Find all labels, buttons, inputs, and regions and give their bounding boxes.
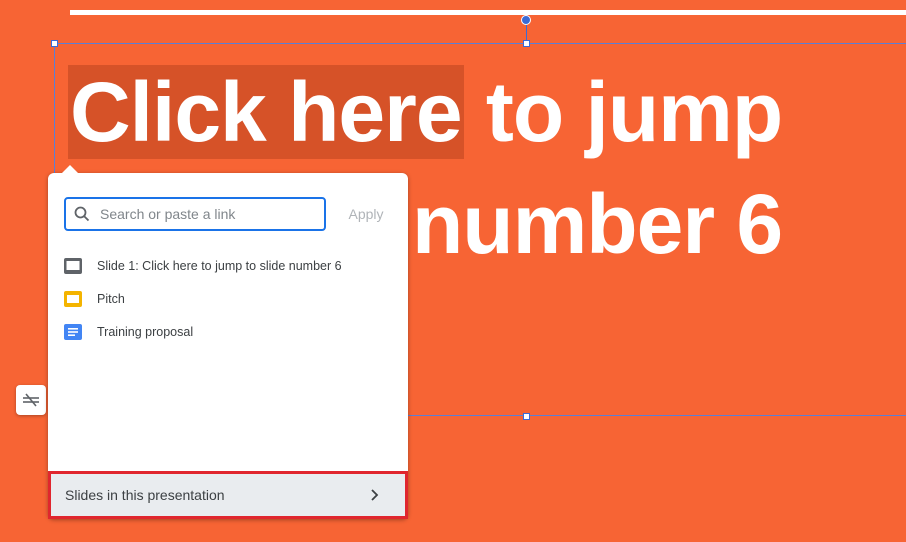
suggestion-pitch[interactable]: Pitch	[64, 282, 394, 315]
apply-button[interactable]: Apply	[340, 197, 392, 231]
suggestion-training-proposal[interactable]: Training proposal	[64, 315, 394, 348]
slides-in-presentation-button[interactable]: Slides in this presentation	[48, 471, 408, 519]
remove-link-button[interactable]	[16, 385, 46, 415]
chevron-right-icon	[371, 489, 379, 501]
link-popup: Apply Slide 1: Click here to jump to sli…	[48, 165, 408, 519]
link-suggestions: Slide 1: Click here to jump to slide num…	[64, 249, 394, 348]
search-field[interactable]	[64, 197, 326, 231]
suggestion-label: Training proposal	[97, 324, 194, 339]
resize-handle-top-center[interactable]	[523, 40, 530, 47]
slide-top-divider	[70, 10, 906, 15]
slides-file-icon	[64, 290, 82, 307]
slide-icon	[64, 257, 82, 274]
suggestion-slide-1[interactable]: Slide 1: Click here to jump to slide num…	[64, 249, 394, 282]
suggestion-label: Pitch	[97, 291, 125, 306]
search-input[interactable]	[98, 205, 312, 223]
footer-label: Slides in this presentation	[65, 487, 225, 503]
resize-handle-top-left[interactable]	[51, 40, 58, 47]
selected-text[interactable]: Click here	[68, 65, 464, 159]
suggestion-label: Slide 1: Click here to jump to slide num…	[97, 258, 342, 273]
slide-title-line1[interactable]: Click here to jump	[68, 56, 783, 168]
docs-file-icon	[64, 323, 82, 340]
resize-handle-bottom-center[interactable]	[523, 413, 530, 420]
slide-title-line2[interactable]: number 6	[412, 168, 783, 280]
rotation-handle[interactable]	[521, 15, 531, 25]
strikethrough-link-icon	[23, 393, 39, 407]
search-icon	[74, 206, 90, 222]
title-text-rest[interactable]: to jump	[464, 65, 783, 159]
